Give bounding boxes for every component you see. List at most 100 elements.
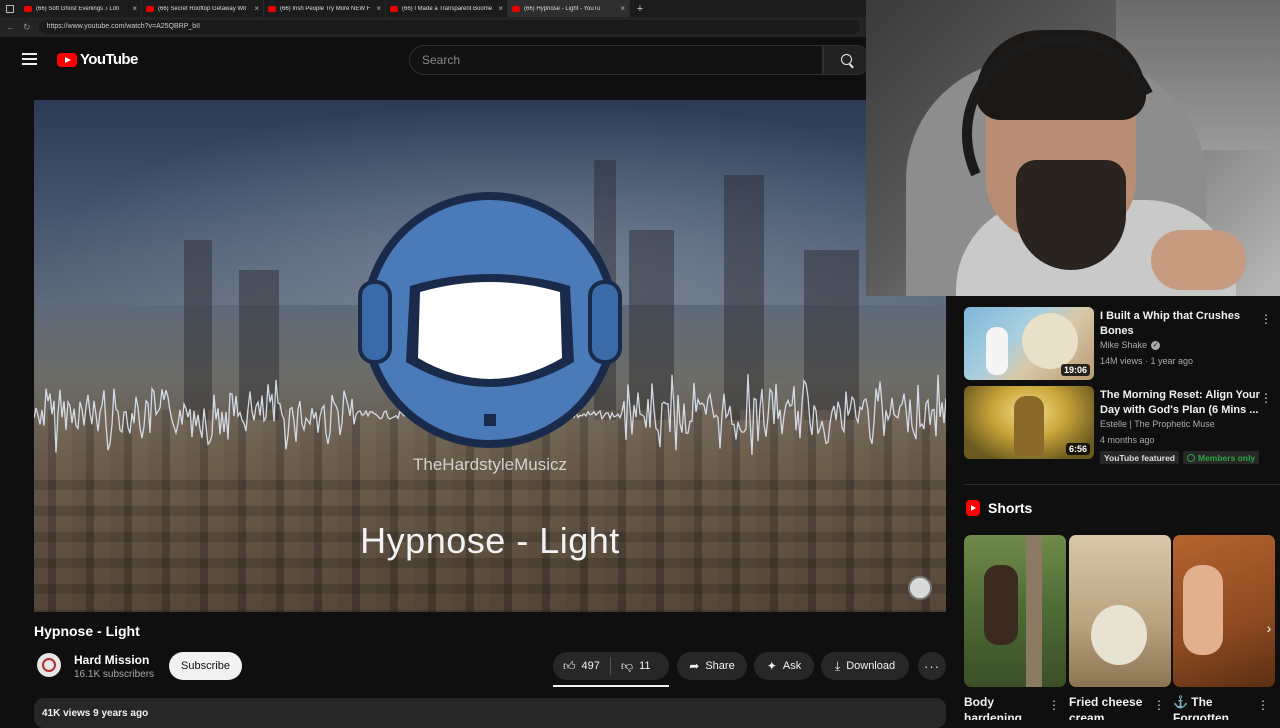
tab-title: (66) Hypnose - Light - YouTu — [524, 5, 601, 12]
youtube-favicon-icon — [512, 5, 520, 12]
ask-button[interactable]: ✦ Ask — [754, 652, 814, 680]
search-button[interactable] — [823, 45, 871, 75]
channel-watermark-icon[interactable] — [908, 576, 932, 600]
recommendation-meta: 14M views · 1 year ago — [1100, 356, 1194, 366]
overlay-song-title: Hypnose - Light — [360, 520, 620, 561]
logo-text: YouTube — [80, 51, 138, 68]
channel-avatar[interactable] — [37, 653, 61, 677]
shorts-icon — [966, 500, 980, 516]
download-icon: ⤓ — [834, 659, 841, 673]
channel-name-text: Mike Shake — [1100, 340, 1148, 350]
kebab-menu-icon[interactable]: ⋮ — [1048, 698, 1060, 712]
youtube-favicon-icon — [146, 5, 154, 12]
search-input[interactable]: Search — [409, 45, 823, 75]
recommendation-channel[interactable]: Estelle | The Prophetic Muse — [1100, 419, 1215, 429]
url-field[interactable]: https://www.youtube.com/watch?v=A25QBRP_… — [38, 20, 860, 34]
download-label: Download — [846, 660, 896, 672]
members-icon — [1187, 453, 1195, 462]
tab-close-icon[interactable]: × — [498, 4, 503, 13]
kebab-menu-icon[interactable]: ⋮ — [1257, 698, 1269, 712]
tab-close-icon[interactable]: × — [254, 4, 259, 13]
search-icon — [840, 53, 852, 65]
thumb-cheese — [1091, 605, 1147, 665]
views-date: 41K views 9 years ago — [42, 708, 149, 719]
recommendation-title[interactable]: I Built a Whip that Crushes Bones — [1100, 309, 1260, 339]
thumb-hand — [1183, 565, 1223, 655]
video-duration: 19:06 — [1060, 364, 1090, 376]
like-dislike-group: 👍︎ 497 👎︎ 11 — [553, 652, 669, 680]
shorts-header: Shorts — [966, 500, 1032, 516]
kebab-menu-icon[interactable]: ⋮ — [1260, 392, 1272, 404]
tab-close-icon[interactable]: × — [620, 4, 625, 13]
tab-close-icon[interactable]: × — [376, 4, 381, 13]
shorts-next-icon[interactable]: › — [1258, 615, 1280, 641]
channel-watermark-text: TheHardstyleMusicz — [413, 455, 567, 474]
description-box[interactable]: 41K views 9 years ago — [34, 698, 946, 728]
back-icon[interactable]: ← — [6, 22, 15, 32]
thumb-tree — [1026, 535, 1042, 687]
tab-title: (66) Secret Rooftop Getaway Wit — [158, 5, 247, 12]
search-placeholder: Search — [422, 53, 461, 67]
shorts-heading: Shorts — [988, 500, 1033, 516]
video-title: Hypnose - Light — [34, 623, 140, 639]
short-thumbnail[interactable] — [964, 535, 1066, 687]
like-button[interactable]: 👍︎ 497 — [553, 652, 610, 680]
video-thumbnail[interactable]: 6:56 — [964, 386, 1094, 459]
short-title[interactable]: Fried cheese cream — [1069, 694, 1159, 720]
tab-title: (66) Soft Ghost Evenings ♪ Lofi — [36, 5, 120, 12]
video-player[interactable]: TheHardstyleMusicz Hypnose - Light — [34, 100, 946, 612]
recommendation-item[interactable]: 6:56 The Morning Reset: Align Your Day w… — [964, 386, 1280, 460]
sparkle-icon: ✦ — [766, 659, 777, 673]
browser-tab-active[interactable]: (66) Hypnose - Light - YouTu × — [508, 0, 630, 17]
reload-icon[interactable]: ↻ — [23, 22, 31, 33]
kebab-menu-icon[interactable]: ⋮ — [1260, 313, 1272, 325]
short-thumbnail[interactable] — [1173, 535, 1275, 687]
browser-tab[interactable]: (66) I Made a Transparent Boome × — [386, 0, 508, 17]
thumbs-up-icon: 👍︎ — [563, 659, 576, 673]
video-duration: 6:56 — [1065, 443, 1090, 455]
webcam-hand — [1151, 230, 1246, 290]
short-thumbnail[interactable] — [1069, 535, 1171, 687]
youtube-play-icon — [57, 52, 77, 67]
tab-title: (66) I Made a Transparent Boome — [402, 5, 493, 12]
youtube-featured-badge: YouTube featured — [1100, 451, 1179, 464]
address-bar: ← ↻ https://www.youtube.com/watch?v=A25Q… — [0, 17, 866, 37]
share-label: Share — [705, 660, 735, 672]
dislike-button[interactable]: 👎︎ 11 — [611, 652, 661, 680]
browser-tab[interactable]: (66) Irish People Try More NEW F × — [264, 0, 386, 17]
thumb-skull — [1022, 313, 1078, 369]
youtube-favicon-icon — [390, 5, 398, 12]
browser-tab[interactable]: (66) Secret Rooftop Getaway Wit × — [142, 0, 264, 17]
recommendation-title[interactable]: The Morning Reset: Align Your Day with G… — [1100, 388, 1260, 418]
menu-icon[interactable] — [22, 53, 37, 65]
thumb-figure — [1014, 396, 1044, 456]
verified-icon: ✓ — [1151, 340, 1161, 350]
kebab-menu-icon[interactable]: ⋮ — [1153, 698, 1165, 712]
thumbs-down-icon: 👎︎ — [620, 659, 634, 673]
new-tab-icon[interactable]: + — [630, 3, 650, 15]
tab-title: (66) Irish People Try More NEW F — [280, 5, 371, 12]
like-count: 497 — [581, 660, 600, 672]
youtube-logo[interactable]: YouTube — [57, 51, 138, 68]
ask-label: Ask — [782, 660, 802, 672]
window-menu-icon[interactable] — [0, 0, 20, 17]
share-icon: ➦ — [689, 659, 700, 673]
recommendation-item[interactable]: 19:06 I Built a Whip that Crushes Bones … — [964, 307, 1280, 381]
avatar-logo-icon — [42, 658, 56, 672]
subscribe-button[interactable]: Subscribe — [169, 652, 242, 680]
section-divider — [964, 484, 1280, 485]
recommendation-meta: 4 months ago — [1100, 435, 1155, 445]
channel-name[interactable]: Hard Mission — [74, 653, 149, 667]
browser-tab[interactable]: (66) Soft Ghost Evenings ♪ Lofi × — [20, 0, 142, 17]
download-button[interactable]: ⤓ Download — [821, 652, 909, 680]
tab-close-icon[interactable]: × — [132, 4, 137, 13]
recommendation-channel[interactable]: Mike Shake ✓ — [1100, 340, 1161, 350]
more-actions-button[interactable]: ··· — [918, 652, 946, 680]
share-button[interactable]: ➦ Share — [677, 652, 747, 680]
like-bar-underline — [553, 685, 669, 687]
short-title[interactable]: ⚓ The Forgotten — [1173, 694, 1263, 720]
webcam-overlay — [866, 0, 1280, 296]
channel-name-text: Estelle | The Prophetic Muse — [1100, 419, 1215, 429]
short-title[interactable]: Body hardening — [964, 694, 1054, 720]
video-thumbnail[interactable]: 19:06 — [964, 307, 1094, 380]
